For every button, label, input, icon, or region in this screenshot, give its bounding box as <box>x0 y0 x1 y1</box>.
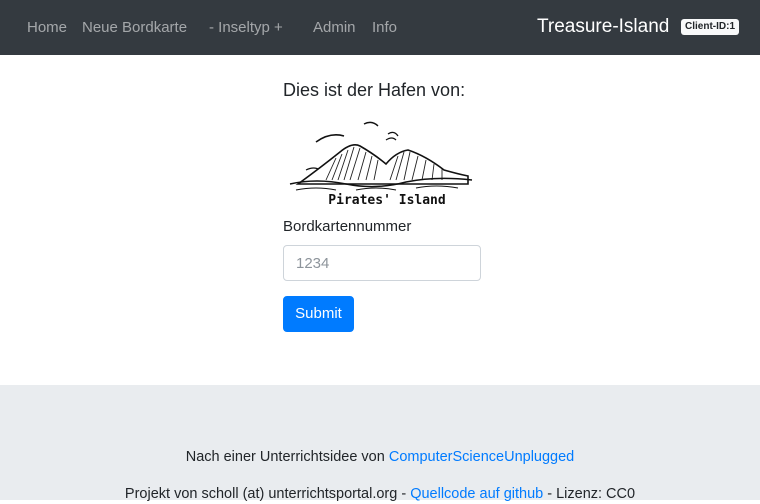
footer: Nach einer Unterrichtsidee von ComputerS… <box>0 385 760 502</box>
navbar: Home Neue Bordkarte - Inseltyp + Admin I… <box>0 0 760 55</box>
nav-admin-link[interactable]: Admin <box>313 18 356 38</box>
nav-island-type-link[interactable]: - Inseltyp + <box>209 18 283 38</box>
footer-credit-line: Nach einer Unterrichtsidee von ComputerS… <box>0 447 760 467</box>
submit-button[interactable]: Submit <box>283 296 354 332</box>
boarding-pass-label: Bordkartennummer <box>283 218 412 235</box>
nav-new-boarding-pass-link[interactable]: Neue Bordkarte <box>82 18 187 38</box>
brand-title[interactable]: Treasure-Island <box>537 14 669 40</box>
csunplugged-link[interactable]: ComputerScienceUnplugged <box>389 449 574 465</box>
main-content: Dies ist der Hafen von: Pirates' Island … <box>0 55 760 385</box>
nav-home-link[interactable]: Home <box>27 18 67 38</box>
island-icon: Pirates' Island <box>289 121 473 208</box>
footer-project-line: Projekt von scholl (at) unterrichtsporta… <box>0 484 760 504</box>
page-heading: Dies ist der Hafen von: <box>283 80 466 100</box>
nav-info-link[interactable]: Info <box>372 18 397 38</box>
footer-credit-text: Nach einer Unterrichtsidee von <box>185 449 389 465</box>
island-image: Pirates' Island <box>286 112 476 208</box>
boarding-pass-input[interactable] <box>283 245 481 281</box>
island-name-label: Pirates' Island <box>328 193 445 207</box>
client-id-badge: Client-ID:1 <box>681 19 739 35</box>
